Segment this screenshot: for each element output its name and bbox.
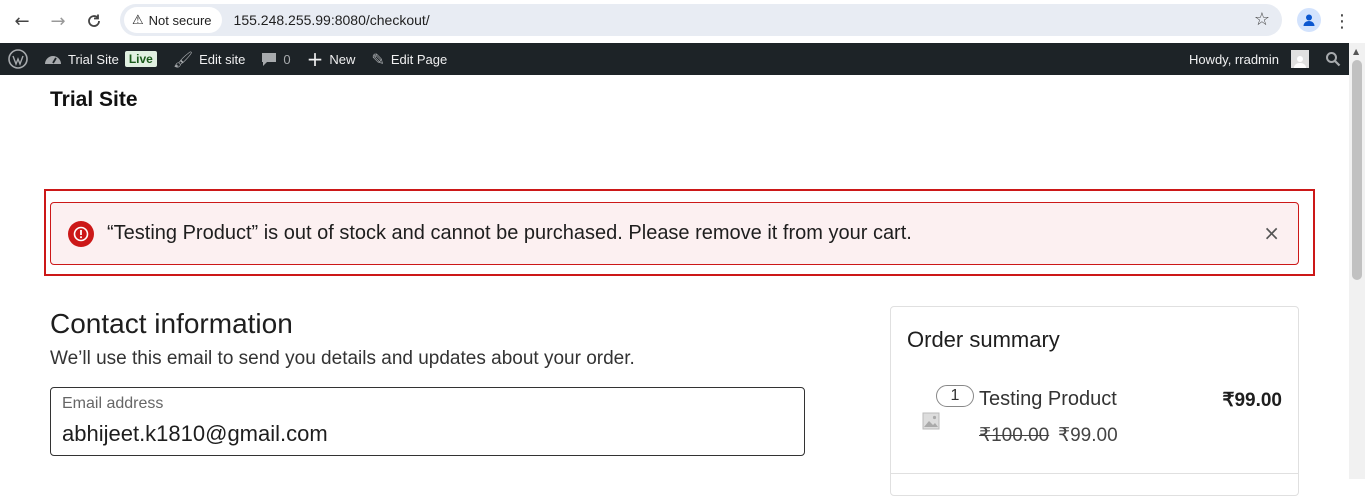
new-label: New [329, 51, 356, 67]
email-field-label: Email address [62, 395, 164, 412]
wordpress-logo-icon [8, 49, 28, 69]
security-label: Not secure [148, 12, 212, 28]
comments-count: 0 [283, 51, 291, 67]
error-notice: “Testing Product” is out of stock and ca… [50, 202, 1299, 265]
email-field-value[interactable]: abhijeet.k1810@gmail.com [62, 421, 328, 447]
product-total-price: ₹99.00 [1222, 390, 1282, 411]
forward-icon[interactable]: → [44, 7, 72, 35]
security-chip[interactable]: ⚠ Not secure [124, 7, 222, 33]
close-icon[interactable]: × [1263, 221, 1280, 245]
avatar [1291, 50, 1309, 68]
search-icon [1326, 52, 1341, 67]
image-placeholder-icon [922, 412, 940, 430]
new-content-button[interactable]: + New [299, 43, 364, 75]
address-bar[interactable]: ⚠ Not secure 155.248.255.99:8080/checkou… [120, 4, 1282, 36]
howdy-label: Howdy, rradmin [1188, 51, 1279, 67]
comment-icon [262, 52, 277, 66]
contact-information-heading: Contact information [50, 308, 293, 339]
site-title[interactable]: Trial Site [50, 88, 138, 112]
edit-page-label: Edit Page [390, 51, 448, 67]
error-icon [68, 220, 94, 247]
browser-toolbar: ← → ⚠ Not secure 155.248.255.99:8080/che… [0, 0, 1365, 42]
reload-icon[interactable] [80, 7, 108, 35]
menu-kebab-icon[interactable]: ⋮ [1330, 7, 1354, 35]
error-notice-message: “Testing Product” is out of stock and ca… [107, 222, 912, 244]
email-field[interactable]: Email address abhijeet.k1810@gmail.com [50, 387, 805, 456]
live-badge: Live [124, 51, 157, 67]
divider [891, 473, 1298, 474]
product-name: Testing Product [979, 388, 1117, 410]
scrollbar-thumb[interactable] [1352, 60, 1362, 280]
order-summary-panel: Order summary 1 Testing Product ₹99.00 ₹… [890, 306, 1299, 496]
edit-site-label: Edit site [199, 51, 246, 67]
comments-button[interactable]: 0 [253, 43, 298, 75]
plus-icon: + [306, 47, 324, 71]
wp-logo-button[interactable] [0, 43, 36, 75]
url-text[interactable]: 155.248.255.99:8080/checkout/ [234, 12, 430, 28]
order-summary-heading: Order summary [907, 327, 1060, 352]
site-name-menu[interactable]: Trial Site Live [36, 43, 165, 75]
warning-icon: ⚠ [132, 12, 144, 28]
scroll-up-icon[interactable]: ▲ [1353, 47, 1359, 56]
pencil-icon: ✎ [371, 49, 385, 69]
site-name-label: Trial Site [68, 51, 119, 67]
quantity-badge: 1 [936, 385, 974, 407]
contact-description: We’ll use this email to send you details… [50, 348, 635, 369]
dashboard-gauge-icon [45, 56, 61, 64]
edit-site-button[interactable]: 🖌 Edit site [165, 43, 254, 75]
search-button[interactable] [1317, 43, 1349, 75]
brush-icon: 🖌 [172, 49, 194, 69]
profile-icon[interactable] [1297, 8, 1321, 32]
sale-price: ₹99.00 [1058, 425, 1118, 446]
account-menu[interactable]: Howdy, rradmin [1181, 43, 1317, 75]
wp-admin-bar: Trial Site Live 🖌 Edit site 0 + New ✎ Ed… [0, 43, 1349, 75]
regular-price: ₹100.00 [979, 425, 1050, 446]
bookmark-star-icon[interactable]: ☆ [1254, 9, 1270, 30]
back-icon[interactable]: ← [8, 7, 36, 35]
page-scrollbar[interactable]: ▲ [1349, 43, 1365, 479]
edit-page-button[interactable]: ✎ Edit Page [363, 43, 455, 75]
